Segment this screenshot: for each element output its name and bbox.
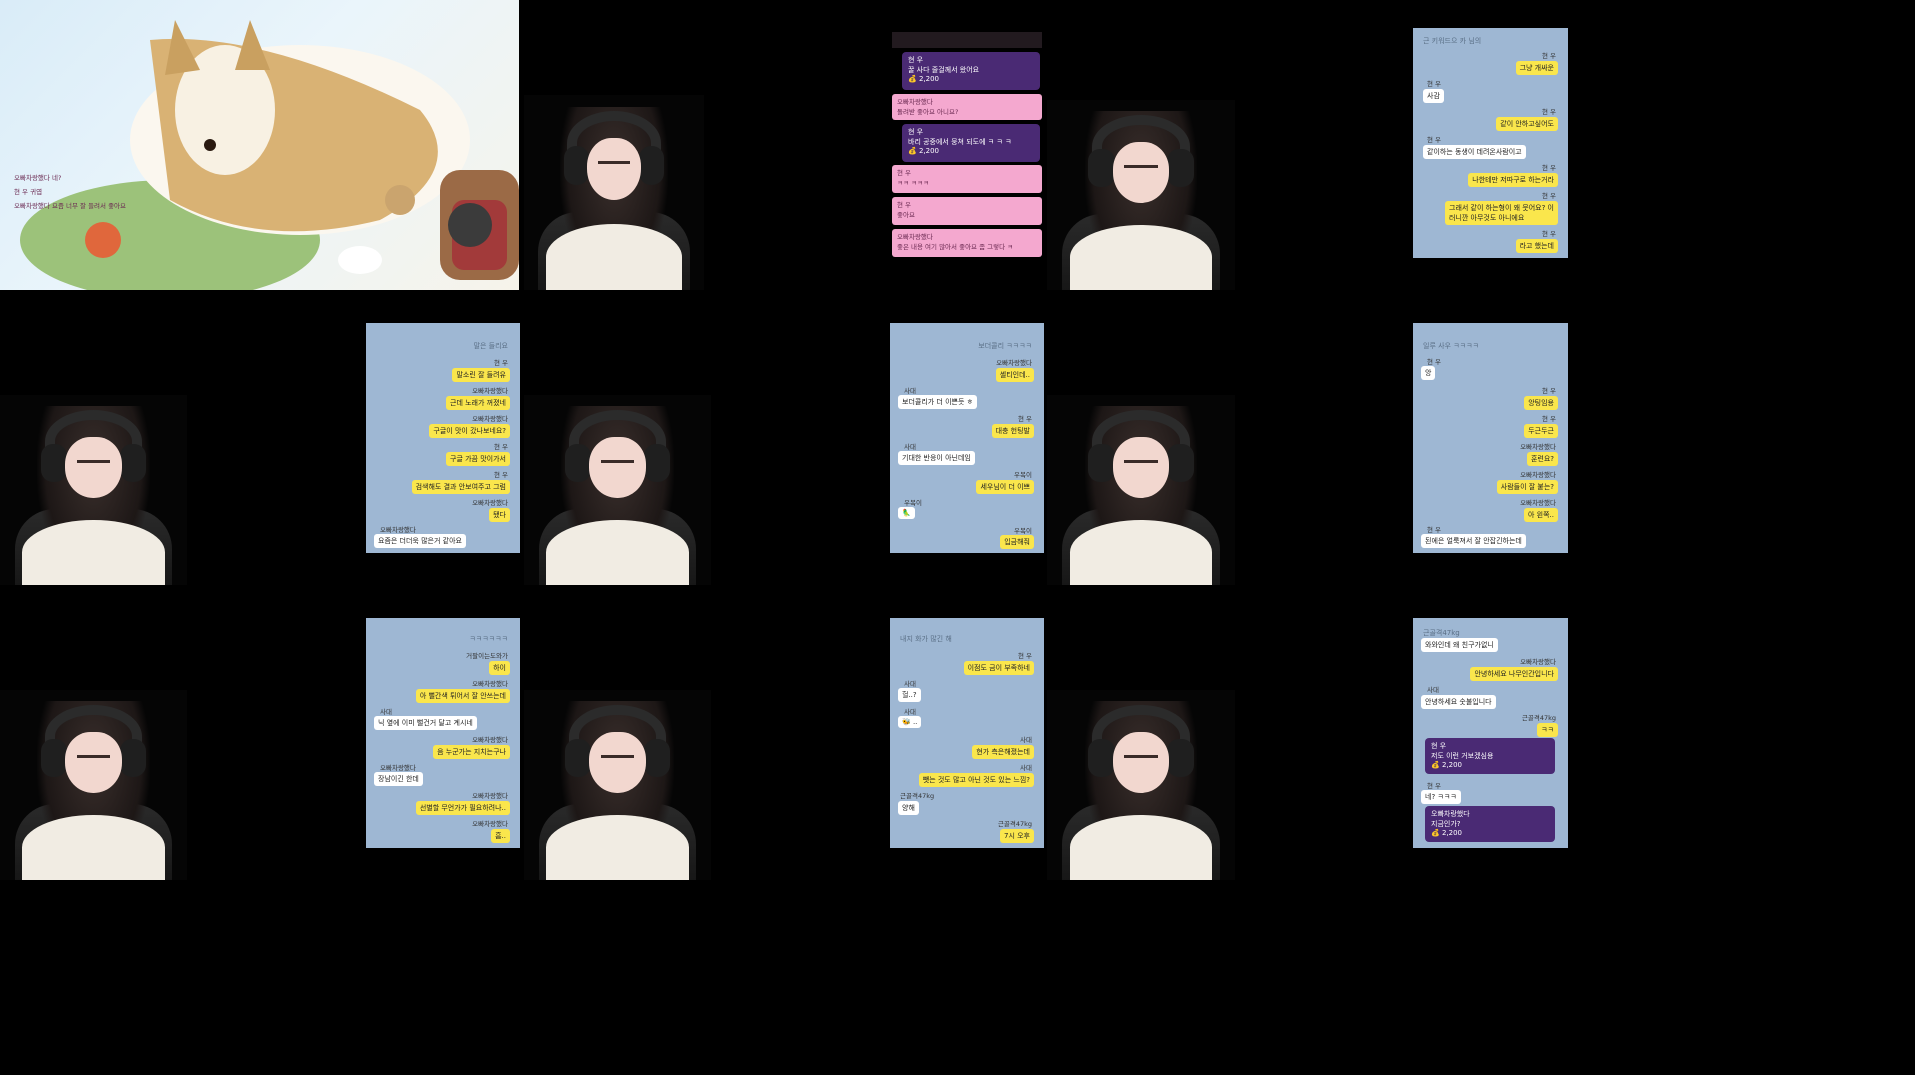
chat-bubble: 된에은 얼룩져서 잘 안잡긴하는데: [1421, 534, 1526, 548]
chat-bubble: 됐다: [489, 508, 510, 522]
chat-overlay: 오빠차랑했다 네? 현 우 귀엽 오빠차랑했다 요즘 너무 잘 들려서 좋아요: [14, 172, 126, 210]
chat-bubble: 요즘은 더더욱 많은거 같아요: [374, 534, 466, 548]
chat-bubble: 같이 안하고싶어도: [1496, 117, 1558, 131]
webcam-feed: [0, 690, 187, 880]
kakao-chat-panel: 근골격47kg 와와인데 왜 친구가없니 오빠차랑했다 안녕하세요 나무인간입니…: [1413, 618, 1568, 848]
chat-bubble: 아 왼쪽..: [1524, 508, 1558, 522]
chat-bubble: 사람들이 잘 붙는?: [1496, 480, 1558, 494]
chat-bubble: 셸티인데..: [995, 368, 1034, 382]
kakao-chat-panel: ㅋㅋㅋㅋㅋㅋ 거팔이는도와가 하이 오빠차랑했다 아 뻘간색 튀어서 잘 안쓰는…: [366, 618, 520, 848]
chat-header: 내지 화가 많긴 해: [900, 635, 952, 643]
donation-card: 현 우 저도 이런 거보겠심용 💰 2,200: [1425, 738, 1555, 774]
chat-bubble: 세우님이 더 이쁘: [976, 480, 1034, 494]
donation-card: 현 우 꿀 사다 줄걸께서 왔어요 💰 2,200: [902, 52, 1040, 90]
chat-bubble: 흠..: [491, 829, 510, 843]
chat-bubble: ㅋㅋ: [1537, 723, 1558, 737]
chat-header: ㅋㅋㅋㅋㅋㅋ: [469, 635, 508, 643]
webcam-feed: [524, 95, 704, 290]
chat-bubble: 현가 측은해졌는데: [972, 745, 1034, 759]
chat-bubble: 아 뻘간색 튀어서 잘 안쓰는데: [415, 689, 510, 703]
webcam-feed: [1047, 100, 1235, 290]
chat-bubble: 와와인데 왜 친구가없니: [1421, 638, 1498, 652]
chat-bubble: 장남이긴 한데: [374, 772, 423, 786]
pink-chat: 현 우 ㅋㅋ ㅋㅋㅋ: [892, 165, 1042, 193]
chat-bubble: 네? ㅋㅋㅋ: [1421, 790, 1461, 804]
chat-header: 말은 들리요: [473, 342, 508, 350]
chat-bubble: 나한테만 저따구로 하는거라: [1468, 173, 1558, 187]
webcam-feed: [1047, 395, 1235, 585]
chat-bubble: 같이하는 동생이 데려온사람이고: [1423, 145, 1526, 159]
chat-bubble: 훈련요?: [1526, 452, 1558, 466]
kakao-chat-panel: 내지 화가 많긴 해 현 우 이점도 금이 부족하네 사대 헐..? 사대 🐝 …: [890, 618, 1044, 848]
chat-bubble: 음 누군가는 지치는구나: [433, 745, 510, 759]
emoticon: 🦜: [898, 507, 915, 519]
chat-bubble: 이점도 금이 부족하네: [963, 661, 1034, 675]
chat-bubble: 하이: [489, 661, 510, 675]
pink-chat: 오빠차랑했다 돌려받 좋아요 아니요?: [892, 94, 1042, 120]
chat-bubble: 양해: [898, 801, 919, 815]
chat-bubble: 근데 노래가 꺼졌네: [446, 396, 510, 410]
chat-bubble: 그냥 개싸운: [1515, 61, 1558, 75]
pink-chat: 오빠차랑했다 좋은 내용 여기 많아서 좋아요 좀 그렇다 ㅋ: [892, 229, 1042, 257]
chat-bubble: 뺏는 것도 많고 아닌 것도 있는 느낌?: [918, 773, 1034, 787]
pink-chat: 현 우 좋아요: [892, 197, 1042, 225]
chat-header: 근 키워드으 카 님의: [1423, 37, 1482, 45]
chat-bubble: 보더콜리가 더 이쁜듯 ㅎ: [898, 395, 978, 409]
chat-bubble: 그래서 같이 하는형이 왜 뭇어요? 이러니깐 아무것도 아니에요: [1445, 201, 1558, 225]
chat-bubble: 앙: [1421, 366, 1436, 380]
webcam-feed: [1047, 690, 1235, 880]
overlay-line: 오빠차랑했다 요즘 너무 잘 들려서 좋아요: [14, 202, 127, 210]
webcam-feed: [524, 395, 711, 585]
kakao-chat-panel: 보더콜리 ㅋㅋㅋㅋ 오빠차랑했다 셸티인데.. 사대 보더콜리가 더 이쁜듯 ㅎ…: [890, 323, 1044, 553]
donation-card: 오빠차랑했다 지금인가? 💰 2,200: [1425, 806, 1555, 842]
chat-header: 일루 사우 ㅋㅋㅋㅋ: [1423, 342, 1479, 350]
kakao-chat-panel: 말은 들리요 현 우 말소린 잘 들려유 오빠차랑했다 근데 노래가 꺼졌네 오…: [366, 323, 520, 553]
chat-bubble: 🐝 ..: [898, 716, 922, 728]
webcam-feed: [524, 690, 711, 880]
illustration-panel: 오빠차랑했다 네? 현 우 귀엽 오빠차랑했다 요즘 너무 잘 들려서 좋아요: [0, 0, 519, 290]
chat-bubble: 대충 헌팅발: [991, 424, 1034, 438]
sheltie-illustration: [20, 20, 519, 290]
chat-bubble: 라고 했는데: [1515, 239, 1558, 253]
chat-bubble: 구글이 맛이 갔나보네요?: [429, 424, 510, 438]
webcam-feed: [0, 395, 187, 585]
donation-card: 현 우 바리 공중에서 뭉쳐 되도에 ㅋ ㅋ ㅋ 💰 2,200: [902, 124, 1040, 162]
chat-bubble: 검색해도 결과 안보여주고 그럼: [411, 480, 510, 494]
chat-bubble: 안녕하세요 나무인간입니다: [1470, 667, 1558, 681]
kakao-chat-panel: 일루 사우 ㅋㅋㅋㅋ 현 우 앙 현 우 앙팅임용 현 우 두근두근 오빠차랑했…: [1413, 323, 1568, 553]
chat-bubble: 헐..?: [898, 688, 921, 702]
chat-bubble: 구글 가끔 맛이가서: [446, 452, 510, 466]
chat-bubble: 기대한 반응이 아닌데임: [898, 451, 975, 465]
chat-bubble: 안녕하세요 숫불입니다: [1421, 695, 1496, 709]
chat-bubble: 7시 오후: [1000, 829, 1034, 843]
kakao-chat-panel: 근 키워드으 카 님의 현 우 그냥 개싸운 현 우 사감 현 우 같이 안하고…: [1413, 28, 1568, 258]
chat-bubble: 닉 옆에 이미 뻘건거 달고 계시네: [374, 716, 477, 730]
chat-bubble: 앙팅임용: [1524, 396, 1558, 410]
chat-header: 보더콜리 ㅋㅋㅋㅋ: [978, 342, 1032, 350]
chat-bubble: 입금해줘: [1000, 535, 1034, 549]
overlay-line: 오빠차랑했다 네?: [14, 174, 62, 182]
donation-chat: 현 우 꿀 사다 줄걸께서 왔어요 💰 2,200 오빠차랑했다 돌려받 좋아요 …: [892, 32, 1042, 290]
chat-bubble: 두근두근: [1524, 424, 1558, 438]
overlay-line: 현 우 귀엽: [14, 188, 43, 196]
chat-header: 근골격47kg: [1423, 629, 1460, 637]
chat-bubble: 선별할 무언가가 필요하려나..: [415, 801, 510, 815]
chat-bubble: 말소린 잘 들려유: [452, 368, 510, 382]
chat-bubble: 사감: [1423, 89, 1444, 103]
